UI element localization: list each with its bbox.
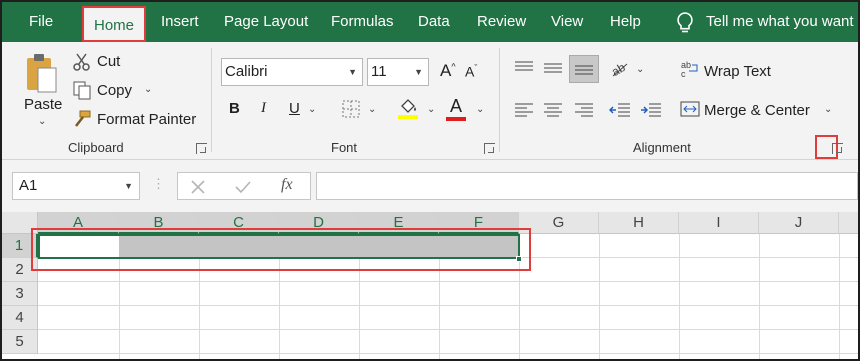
align-left-icon[interactable] — [514, 102, 534, 118]
column-header-g[interactable]: G — [519, 212, 599, 234]
clipboard-group-label: Clipboard — [68, 140, 124, 155]
tell-me-search[interactable]: Tell me what you want — [706, 2, 854, 42]
chevron-down-icon[interactable]: ▼ — [124, 173, 133, 199]
column-header-i[interactable]: I — [679, 212, 759, 234]
gridline — [38, 305, 858, 306]
column-header-k[interactable] — [839, 212, 858, 234]
gridline — [38, 281, 858, 282]
group-divider — [499, 48, 500, 152]
italic-button[interactable]: I — [261, 100, 266, 117]
column-header-h[interactable]: H — [599, 212, 679, 234]
bottom-align-button[interactable] — [569, 55, 599, 83]
font-size-combo[interactable]: 11 ▼ — [367, 58, 429, 86]
orientation-icon[interactable]: ab — [609, 58, 631, 78]
ribbon: Paste ⌄ Cut Copy ⌄ Format Painter Clipbo… — [2, 42, 858, 160]
insert-function-button[interactable]: fx — [281, 176, 293, 194]
font-group-label: Font — [331, 140, 358, 155]
font-dialog-launcher-icon[interactable] — [484, 143, 495, 154]
scissors-icon[interactable] — [72, 52, 92, 72]
tab-help[interactable]: Help — [610, 2, 641, 42]
grip-handle-icon[interactable]: ⋮ — [152, 176, 165, 192]
chevron-down-icon[interactable]: ▼ — [348, 59, 357, 85]
gridline — [759, 234, 760, 359]
formula-buttons: fx — [177, 172, 311, 200]
fill-color-icon[interactable] — [397, 96, 419, 120]
wrap-text-button[interactable]: Wrap Text — [704, 63, 771, 80]
tab-review[interactable]: Review — [477, 2, 526, 42]
font-size-value: 11 — [371, 63, 387, 80]
increase-font-size-icon[interactable]: A^ — [440, 61, 456, 81]
gridline — [38, 353, 858, 354]
bottom-align-icon — [575, 65, 593, 75]
gridline — [38, 329, 858, 330]
paste-dropdown-icon[interactable]: ⌄ — [38, 116, 46, 127]
ribbon-tab-bar: File Home Insert Page Layout Formulas Da… — [2, 2, 858, 42]
font-name-combo[interactable]: Calibri ▼ — [221, 58, 363, 86]
font-color-swatch — [446, 117, 466, 121]
paste-icon[interactable] — [24, 52, 60, 94]
formula-bar: A1 ▼ ⋮ fx — [2, 160, 858, 212]
row-header-4[interactable]: 4 — [2, 306, 38, 330]
alignment-dialog-launcher-icon[interactable] — [832, 143, 843, 154]
copy-icon[interactable] — [72, 80, 92, 100]
fill-color-dropdown-icon[interactable]: ⌄ — [427, 104, 435, 115]
alignment-group-label: Alignment — [633, 140, 691, 155]
row-header-3[interactable]: 3 — [2, 282, 38, 306]
excel-window: File Home Insert Page Layout Formulas Da… — [2, 2, 858, 359]
lightbulb-icon — [677, 12, 693, 33]
underline-dropdown-icon[interactable]: ⌄ — [308, 104, 316, 115]
cancel-icon[interactable] — [190, 179, 206, 195]
gridline — [599, 234, 600, 359]
format-painter-button[interactable]: Format Painter — [97, 111, 196, 128]
svg-text:ab: ab — [609, 60, 628, 78]
selection-highlight-box — [31, 228, 531, 271]
format-painter-icon[interactable] — [72, 109, 92, 129]
svg-text:c: c — [681, 69, 686, 78]
font-name-value: Calibri — [225, 63, 268, 80]
font-color-dropdown-icon[interactable]: ⌄ — [476, 104, 484, 115]
tab-data[interactable]: Data — [418, 2, 450, 42]
align-center-icon[interactable] — [543, 102, 563, 118]
wrap-text-icon[interactable]: ab c — [680, 60, 700, 78]
chevron-down-icon[interactable]: ▼ — [414, 59, 423, 85]
worksheet-grid[interactable]: A B C D E F G H I J 1 2 3 4 5 — [2, 212, 858, 359]
tab-insert[interactable]: Insert — [161, 2, 199, 42]
tab-home[interactable]: Home — [82, 6, 147, 42]
name-box[interactable]: A1 ▼ — [12, 172, 140, 200]
middle-align-icon[interactable] — [543, 60, 563, 76]
align-right-icon[interactable] — [574, 102, 594, 118]
tab-file[interactable]: File — [29, 2, 53, 42]
increase-indent-icon[interactable] — [640, 102, 662, 118]
decrease-indent-icon[interactable] — [609, 102, 631, 118]
top-align-icon[interactable] — [514, 60, 534, 76]
tab-view[interactable]: View — [551, 2, 583, 42]
merge-center-icon[interactable] — [680, 100, 700, 118]
formula-input[interactable] — [316, 172, 858, 200]
column-header-j[interactable]: J — [759, 212, 839, 234]
borders-dropdown-icon[interactable]: ⌄ — [368, 104, 376, 115]
group-divider — [211, 48, 212, 152]
decrease-font-size-icon[interactable]: Aˇ — [465, 63, 477, 80]
gridline — [839, 234, 840, 359]
orientation-dropdown-icon[interactable]: ⌄ — [636, 64, 644, 75]
cut-button[interactable]: Cut — [97, 53, 120, 70]
merge-center-button[interactable]: Merge & Center — [704, 102, 810, 119]
name-box-value: A1 — [19, 177, 38, 194]
tab-page-layout[interactable]: Page Layout — [224, 2, 308, 42]
font-color-button[interactable]: A — [450, 96, 462, 117]
bold-button[interactable]: B — [229, 100, 240, 117]
row-header-5[interactable]: 5 — [2, 330, 38, 354]
borders-icon[interactable] — [342, 100, 360, 118]
enter-check-icon[interactable] — [234, 179, 252, 195]
clipboard-dialog-launcher-icon[interactable] — [196, 143, 207, 154]
copy-dropdown-icon[interactable]: ⌄ — [144, 84, 152, 95]
underline-button[interactable]: U — [289, 100, 300, 117]
copy-button[interactable]: Copy — [97, 82, 132, 99]
merge-center-dropdown-icon[interactable]: ⌄ — [824, 104, 832, 115]
paste-label[interactable]: Paste — [24, 96, 62, 113]
tab-formulas[interactable]: Formulas — [331, 2, 394, 42]
gridline — [679, 234, 680, 359]
